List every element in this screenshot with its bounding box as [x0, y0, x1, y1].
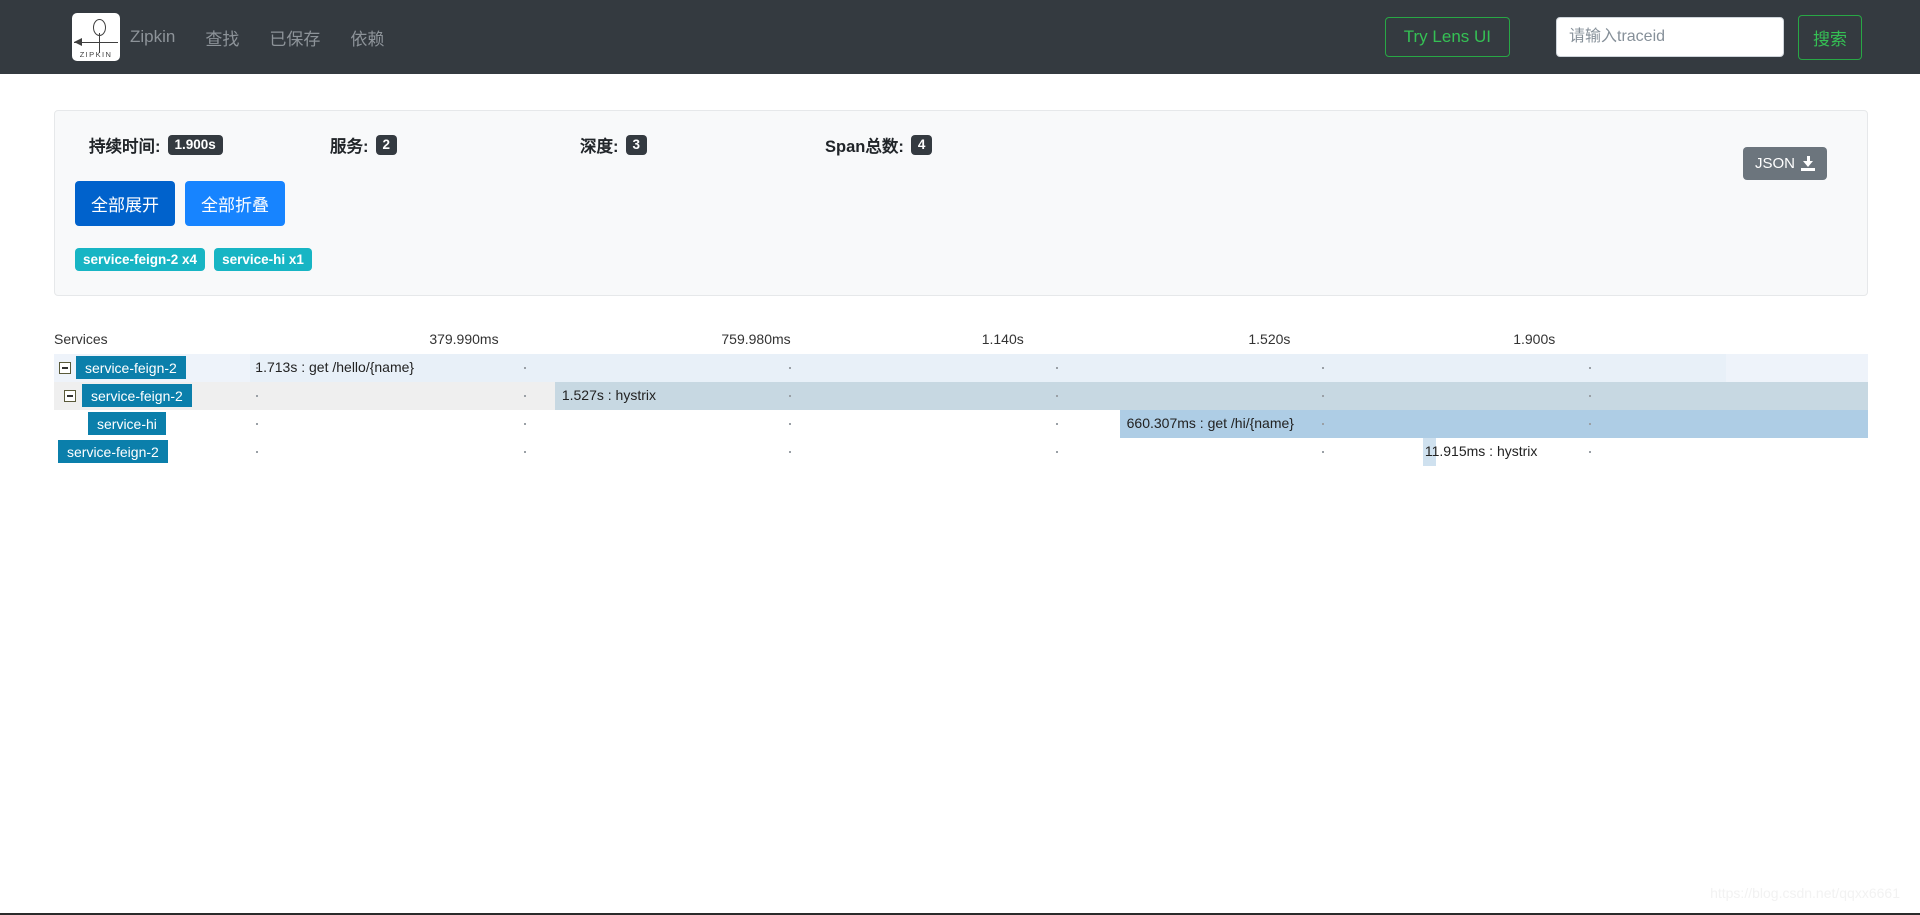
stat-total-spans-label: Span总数: — [825, 138, 904, 156]
table-row[interactable]: service-feign-2 1.527s : hystrix — [54, 382, 1868, 410]
stat-services: 服务: 2 — [330, 133, 398, 157]
logo-wordmark: ZIPKIN — [79, 50, 113, 59]
top-navbar: ZIPKIN Zipkin 查找 已保存 依赖 Try Lens UI 搜索 — [0, 0, 1920, 74]
span-bar[interactable] — [1119, 410, 1868, 438]
stat-total-spans: Span总数: 4 — [825, 133, 933, 157]
stat-services-label: 服务: — [330, 138, 369, 156]
trace-timeline: Services 379.990ms 759.980ms 1.140s 1.52… — [0, 328, 1920, 466]
row-service-label[interactable]: service-feign-2 — [82, 384, 192, 407]
download-icon — [1801, 156, 1815, 171]
row-service-label[interactable]: service-hi — [88, 412, 166, 435]
brand-area[interactable]: ZIPKIN Zipkin — [72, 13, 175, 61]
watermark-text: https://blog.csdn.net/qqxx6661 — [1710, 885, 1900, 901]
axis-tick-5: 1.900s — [1513, 331, 1556, 347]
header-actions: Try Lens UI 搜索 — [1384, 0, 1862, 74]
expand-collapse-row: 全部展开 全部折叠 — [75, 181, 1847, 226]
zipkin-logo-icon[interactable]: ZIPKIN — [72, 13, 120, 61]
row-toggle-icon[interactable] — [59, 362, 71, 374]
stat-total-spans-value: 4 — [910, 134, 933, 156]
axis-tick-2: 759.980ms — [721, 331, 791, 347]
span-rows: service-feign-2 1.713s : get /hello/{nam… — [54, 354, 1868, 466]
stat-depth: 深度: 3 — [580, 133, 648, 157]
stat-duration: 持续时间: 1.900s — [89, 133, 223, 157]
span-bar[interactable] — [555, 382, 1868, 410]
nav-item-dependencies[interactable]: 依赖 — [350, 25, 384, 50]
traceid-search-input[interactable] — [1556, 17, 1784, 57]
axis-tick-3: 1.140s — [981, 331, 1024, 347]
expand-all-button[interactable]: 全部展开 — [75, 181, 175, 226]
timeline-axis-header: Services 379.990ms 759.980ms 1.140s 1.52… — [54, 328, 1868, 354]
span-bar[interactable] — [250, 354, 1727, 382]
stat-services-value: 2 — [375, 134, 398, 156]
row-lane: 1.527s : hystrix — [202, 382, 1868, 410]
service-badge-feign-2[interactable]: service-feign-2 x4 — [75, 248, 206, 271]
row-service-label[interactable]: service-feign-2 — [58, 440, 168, 463]
span-bar[interactable] — [1423, 438, 1436, 466]
axis-tick-4: 1.520s — [1248, 331, 1291, 347]
json-button-label: JSON — [1754, 155, 1795, 172]
services-column-header: Services — [54, 331, 108, 347]
stat-depth-value: 3 — [625, 134, 648, 156]
trace-stats-row: 持续时间: 1.900s 服务: 2 深度: 3 Span总数: 4 JSON — [75, 133, 1847, 180]
stat-duration-value: 1.900s — [167, 134, 223, 156]
row-lane: 1.713s : get /hello/{name} — [202, 354, 1868, 382]
table-row[interactable]: service-feign-2 1.713s : get /hello/{nam… — [54, 354, 1868, 382]
stat-duration-label: 持续时间: — [89, 138, 161, 156]
span-bar-label: 11.915ms : hystrix — [1424, 443, 1538, 459]
nav-links: 查找 已保存 依赖 — [205, 25, 414, 50]
stat-depth-label: 深度: — [580, 138, 619, 156]
logo-arrow-head-shape — [74, 38, 82, 46]
service-filter-badges: service-feign-2 x4 service-hi x1 — [75, 248, 1847, 271]
brand-name: Zipkin — [130, 27, 176, 46]
row-toggle-icon[interactable] — [64, 390, 76, 402]
nav-item-find[interactable]: 查找 — [205, 25, 239, 50]
collapse-all-button[interactable]: 全部折叠 — [185, 181, 285, 226]
nav-item-saved[interactable]: 已保存 — [269, 25, 320, 50]
search-button[interactable]: 搜索 — [1798, 14, 1862, 60]
try-lens-ui-button[interactable]: Try Lens UI — [1384, 17, 1510, 57]
row-lane: 11.915ms : hystrix — [202, 438, 1868, 466]
download-json-button[interactable]: JSON — [1742, 147, 1827, 180]
table-row[interactable]: service-feign-2 11.915ms : hystrix — [54, 438, 1868, 466]
table-row[interactable]: service-hi 660.307ms : get /hi/{name} — [54, 410, 1868, 438]
row-lane: 660.307ms : get /hi/{name} — [202, 410, 1868, 438]
trace-summary-panel: 持续时间: 1.900s 服务: 2 深度: 3 Span总数: 4 JSON … — [54, 110, 1868, 296]
row-service-label[interactable]: service-feign-2 — [76, 356, 186, 379]
axis-tick-1: 379.990ms — [429, 331, 499, 347]
service-badge-hi[interactable]: service-hi x1 — [214, 248, 312, 271]
